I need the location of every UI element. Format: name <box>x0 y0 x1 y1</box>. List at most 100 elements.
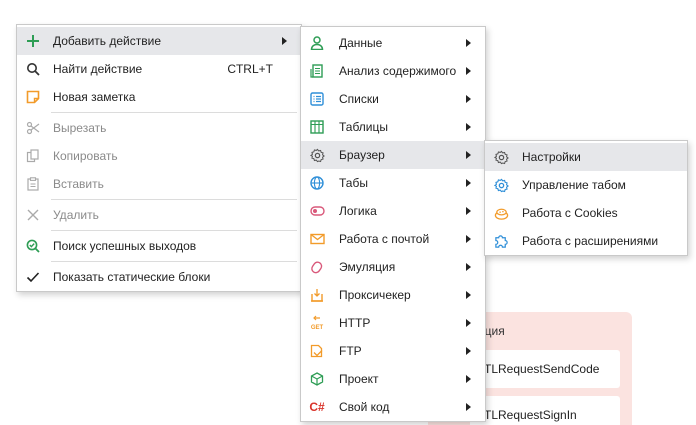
ftp-icon <box>309 343 325 359</box>
success-search-icon <box>25 238 41 254</box>
chevron-right-icon <box>466 95 471 103</box>
submenu-item-data[interactable]: Данные <box>301 29 485 57</box>
document-analyze-icon <box>309 63 325 79</box>
chevron-right-icon <box>466 375 471 383</box>
background-action-item[interactable]: TLRequestSignIn <box>470 396 620 425</box>
chevron-right-icon <box>466 179 471 187</box>
menu-separator <box>51 112 297 113</box>
submenu-item-proxy-checker[interactable]: Проксичекер <box>301 281 485 309</box>
tab-settings-icon <box>493 177 509 193</box>
gear-icon <box>493 149 509 165</box>
menu-item-label: Добавить действие <box>53 34 161 48</box>
submenu-item-cookies[interactable]: Работа с Cookies <box>485 199 687 227</box>
chevron-right-icon <box>466 403 471 411</box>
menu-item-cut[interactable]: Вырезать <box>17 114 301 142</box>
chevron-right-icon <box>466 67 471 75</box>
submenu-item-label: Работа с расширениями <box>522 234 659 248</box>
puzzle-icon <box>493 233 509 249</box>
menu-separator <box>51 261 297 262</box>
browser-submenu: Настройки Управление табом Работа с Cook… <box>484 140 688 256</box>
submenu-item-mail[interactable]: Работа с почтой <box>301 225 485 253</box>
submenu-item-label: Проект <box>339 372 379 386</box>
chevron-right-icon <box>466 123 471 131</box>
menu-item-copy[interactable]: Копировать <box>17 142 301 170</box>
menu-item-label: Копировать <box>53 149 118 163</box>
chevron-right-icon <box>466 291 471 299</box>
submenu-item-browser[interactable]: Браузер <box>301 141 485 169</box>
submenu-item-label: Данные <box>339 36 383 50</box>
chevron-right-icon <box>466 235 471 243</box>
submenu-item-label: Работа с почтой <box>339 232 430 246</box>
menu-item-find-action[interactable]: Найти действие CTRL+T <box>17 55 301 83</box>
cookies-icon <box>493 205 509 221</box>
globe-icon <box>309 175 325 191</box>
menu-item-add-action[interactable]: Добавить действие <box>17 27 301 55</box>
menu-separator <box>51 199 297 200</box>
submenu-item-label: FTP <box>339 344 362 358</box>
submenu-item-logic[interactable]: Логика <box>301 197 485 225</box>
menu-item-label: Новая заметка <box>53 90 136 104</box>
submenu-item-project[interactable]: Проект <box>301 365 485 393</box>
submenu-item-label: Анализ содержимого <box>339 64 457 78</box>
menu-item-new-note[interactable]: Новая заметка <box>17 83 301 111</box>
search-icon <box>25 61 41 77</box>
submenu-item-tables[interactable]: Таблицы <box>301 113 485 141</box>
submenu-item-label: Настройки <box>522 150 581 164</box>
submenu-item-label: Работа с Cookies <box>522 206 618 220</box>
submenu-item-label: Браузер <box>339 148 385 162</box>
submenu-item-label: Эмуляция <box>339 260 396 274</box>
menu-item-show-static-blocks[interactable]: Показать статические блоки <box>17 263 301 291</box>
chevron-right-icon <box>282 37 287 45</box>
submenu-item-label: Таблицы <box>339 120 389 134</box>
copy-icon <box>25 148 41 164</box>
toggle-icon <box>309 203 325 219</box>
menu-item-paste[interactable]: Вставить <box>17 170 301 198</box>
mouse-icon <box>309 259 325 275</box>
chevron-right-icon <box>466 39 471 47</box>
submenu-item-label: Управление табом <box>522 178 626 192</box>
menu-item-label: Показать статические блоки <box>53 270 211 284</box>
submenu-item-content-analysis[interactable]: Анализ содержимого <box>301 57 485 85</box>
submenu-item-tabs[interactable]: Табы <box>301 169 485 197</box>
http-get-text: GET <box>311 325 324 331</box>
submenu-item-label: HTTP <box>339 316 371 330</box>
mail-icon <box>309 231 325 247</box>
csharp-icon: C# <box>309 400 325 414</box>
submenu-item-extensions[interactable]: Работа с расширениями <box>485 227 687 255</box>
plus-icon <box>25 33 41 49</box>
submenu-item-custom-code[interactable]: C# Свой код <box>301 393 485 421</box>
submenu-item-settings[interactable]: Настройки <box>485 143 687 171</box>
chevron-right-icon <box>466 319 471 327</box>
submenu-item-http[interactable]: GET HTTP <box>301 309 485 337</box>
submenu-item-label: Свой код <box>339 400 390 414</box>
menu-item-label: Найти действие <box>53 62 143 76</box>
proxy-icon <box>309 287 325 303</box>
submenu-item-emulation[interactable]: Эмуляция <box>301 253 485 281</box>
submenu-item-ftp[interactable]: FTP <box>301 337 485 365</box>
close-icon <box>25 207 41 223</box>
paste-icon <box>25 176 41 192</box>
note-icon <box>25 89 41 105</box>
checkmark-icon <box>25 269 41 285</box>
gear-icon <box>309 147 325 163</box>
chevron-right-icon <box>466 263 471 271</box>
add-action-submenu: Данные Анализ содержимого Списки Таблицы… <box>300 26 486 422</box>
submenu-item-label: Логика <box>339 204 377 218</box>
submenu-item-label: Табы <box>339 176 368 190</box>
scissors-icon <box>25 120 41 136</box>
submenu-item-label: Проксичекер <box>339 288 411 302</box>
menu-item-success-search[interactable]: Поиск успешных выходов <box>17 232 301 260</box>
cube-icon <box>309 371 325 387</box>
menu-item-label: Поиск успешных выходов <box>53 239 197 253</box>
submenu-item-tab-management[interactable]: Управление табом <box>485 171 687 199</box>
background-action-item[interactable]: TLRequestSendCode <box>470 350 620 388</box>
shortcut-label: CTRL+T <box>227 62 273 76</box>
submenu-item-lists[interactable]: Списки <box>301 85 485 113</box>
chevron-right-icon <box>466 207 471 215</box>
menu-item-label: Удалить <box>53 208 99 222</box>
menu-item-delete[interactable]: Удалить <box>17 201 301 229</box>
menu-item-label: Вырезать <box>53 121 107 135</box>
table-icon <box>309 119 325 135</box>
menu-item-label: Вставить <box>53 177 104 191</box>
submenu-item-label: Списки <box>339 92 379 106</box>
